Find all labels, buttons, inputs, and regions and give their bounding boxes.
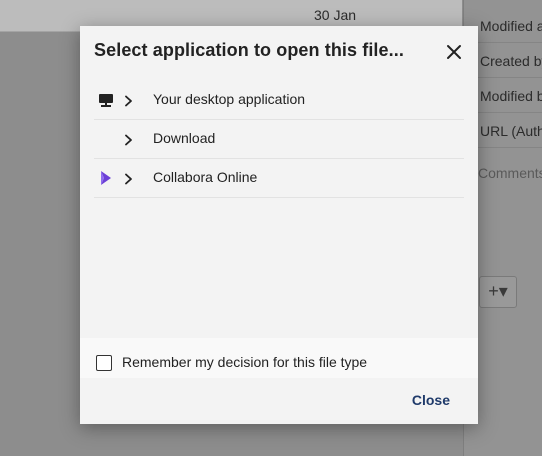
meta-row-modified-by: Modified b — [480, 88, 542, 104]
divider — [474, 112, 542, 113]
chevron-right-icon — [122, 172, 134, 185]
dialog-title: Select application to open this file... — [94, 40, 404, 60]
app-item-label: Download — [153, 130, 216, 146]
desktop-icon — [98, 92, 114, 108]
app-item-collabora[interactable]: Collabora Online — [94, 159, 464, 198]
close-icon[interactable] — [444, 42, 464, 62]
date-label: 30 Jan — [314, 7, 357, 23]
open-with-dialog: Select application to open this file... … — [80, 26, 478, 424]
divider — [474, 77, 542, 78]
app-item-desktop[interactable]: Your desktop application — [94, 81, 464, 120]
divider — [474, 42, 542, 43]
comments-label: Comments — [478, 165, 542, 181]
meta-row-created: Created by — [480, 53, 542, 69]
chevron-right-icon — [122, 133, 134, 146]
add-comment-button[interactable]: +▾ — [479, 276, 517, 308]
chevron-right-icon — [122, 94, 134, 107]
collabora-icon — [98, 170, 114, 186]
app-item-download[interactable]: Download — [94, 120, 464, 159]
application-list: Your desktop application Download Collab… — [94, 81, 464, 198]
meta-row-url: URL (Auth — [480, 123, 542, 139]
remember-decision-area: Remember my decision for this file type — [80, 338, 478, 378]
divider — [474, 147, 542, 148]
app-item-label: Your desktop application — [153, 91, 306, 107]
close-button[interactable]: Close — [412, 392, 450, 408]
app-item-label: Collabora Online — [153, 169, 258, 185]
meta-row-modified: Modified a — [480, 18, 542, 34]
remember-decision-checkbox[interactable] — [96, 355, 112, 371]
remember-decision-label[interactable]: Remember my decision for this file type — [122, 354, 367, 370]
